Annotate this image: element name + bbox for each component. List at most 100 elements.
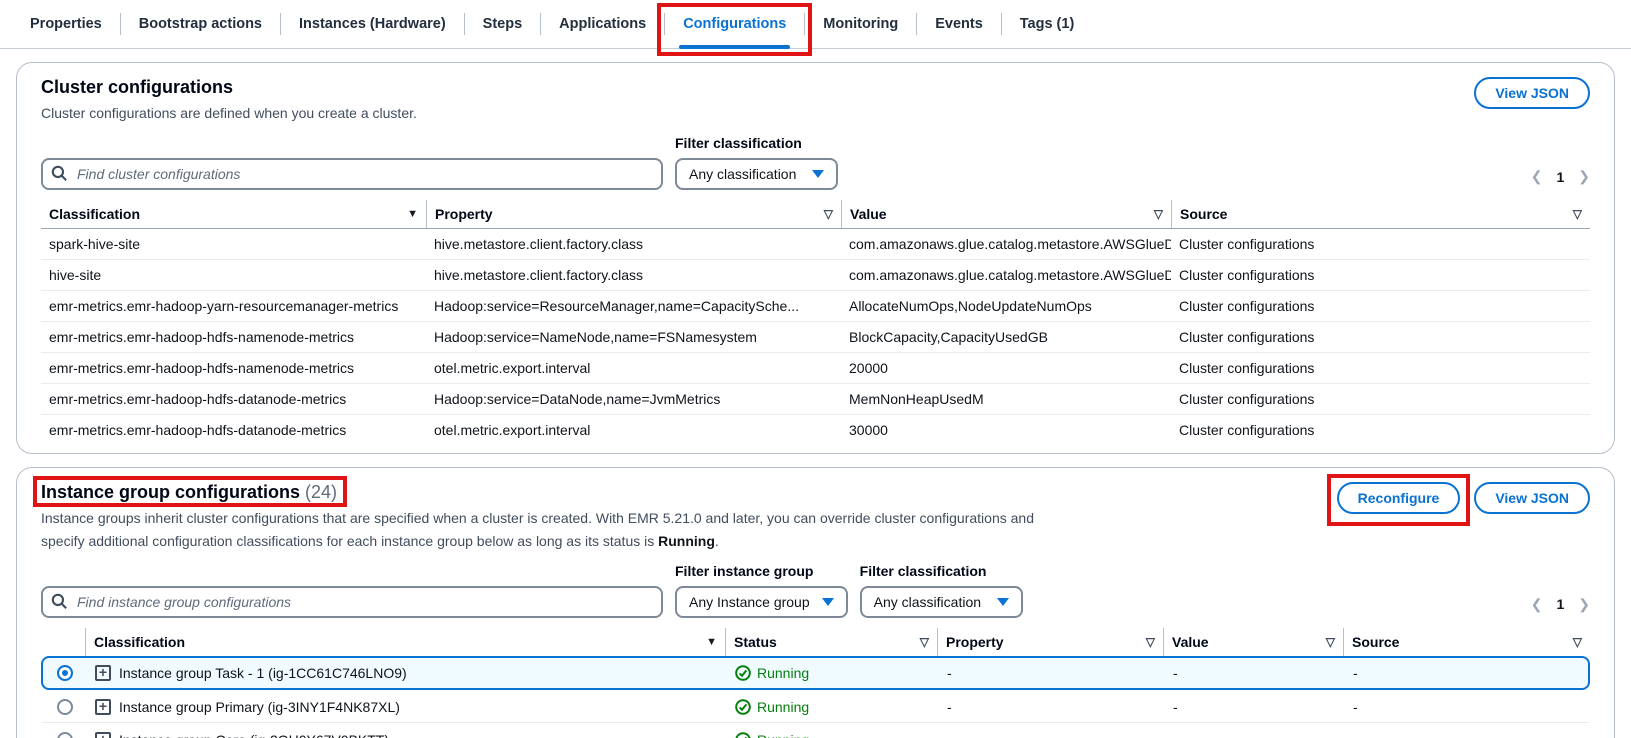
table-header-row: Classification▼ Status▽ Property▽ Value▽… (41, 628, 1590, 656)
filter-icon[interactable]: ▽ (1154, 207, 1163, 221)
table-row: emr-metrics.emr-hadoop-hdfs-datanode-met… (41, 384, 1590, 415)
tab-separator (664, 13, 665, 35)
filter-icon[interactable]: ▽ (1146, 635, 1155, 649)
filter-icon[interactable]: ▽ (824, 207, 833, 221)
cluster-config-pagination: ❮ 1 ❯ (1531, 168, 1590, 190)
cell-value: MemNonHeapUsedM (841, 384, 1171, 414)
cell-classification: emr-metrics.emr-hadoop-hdfs-datanode-met… (41, 384, 426, 414)
instance-group-filter-value: Any Instance group (689, 594, 810, 610)
radio-button-selected[interactable] (57, 665, 73, 681)
page-number[interactable]: 1 (1556, 596, 1564, 612)
filter-icon[interactable]: ▽ (1573, 207, 1582, 221)
table-row: emr-metrics.emr-hadoop-hdfs-namenode-met… (41, 353, 1590, 384)
cell-property: - (939, 725, 1165, 738)
filter-icon[interactable]: ▽ (1573, 635, 1582, 649)
cell-source: Cluster configurations (1171, 291, 1590, 321)
column-header-property: Property (435, 206, 493, 222)
tab-separator (916, 13, 917, 35)
instance-group-description-line2: specify additional configuration classif… (41, 531, 1034, 551)
table-row: emr-metrics.emr-hadoop-hdfs-datanode-met… (41, 415, 1590, 445)
radio-button[interactable] (57, 699, 73, 715)
cell-value: 30000 (841, 415, 1171, 445)
cell-source: Cluster configurations (1171, 260, 1590, 290)
table-row: emr-metrics.emr-hadoop-yarn-resourcemana… (41, 291, 1590, 322)
expand-row-icon[interactable] (95, 699, 111, 715)
column-header-value: Value (1172, 634, 1209, 650)
table-header-row: Classification▼ Property▽ Value▽ Source▽ (41, 200, 1590, 229)
instance-group-configurations-panel: Instance group configurations (24) Insta… (16, 467, 1615, 738)
previous-page-icon[interactable]: ❮ (1531, 596, 1543, 613)
tab-instances-hardware[interactable]: Instances (Hardware) (285, 0, 460, 48)
tab-applications[interactable]: Applications (545, 0, 660, 48)
expand-row-icon[interactable] (95, 665, 111, 681)
status-badge: Running (735, 732, 809, 738)
cell-value: com.amazonaws.glue.catalog.metastore.AWS… (841, 229, 1171, 259)
cell-classification: Instance group Core (ig-2OH0Y67V0BKTT) (119, 732, 389, 738)
cell-value: - (1165, 725, 1345, 738)
cell-source: Cluster configurations (1171, 229, 1590, 259)
column-header-value: Value (850, 206, 887, 222)
filter-classification-label: Filter classification (860, 563, 1023, 579)
tab-steps[interactable]: Steps (469, 0, 537, 48)
tab-bootstrap-actions[interactable]: Bootstrap actions (125, 0, 276, 48)
instance-group-count: (24) (305, 482, 337, 502)
previous-page-icon[interactable]: ❮ (1531, 168, 1543, 185)
check-circle-icon (735, 665, 751, 681)
cluster-config-search-input[interactable] (41, 158, 663, 190)
tab-separator (464, 13, 465, 35)
chevron-down-icon (997, 598, 1009, 606)
page-number[interactable]: 1 (1556, 169, 1564, 185)
classification-filter-dropdown[interactable]: Any classification (860, 586, 1023, 618)
cell-property: hive.metastore.client.factory.class (426, 260, 841, 290)
cell-property: - (939, 658, 1165, 688)
radio-button[interactable] (57, 732, 73, 738)
table-row-instance-group-task[interactable]: Instance group Task - 1 (ig-1CC61C746LNO… (41, 656, 1590, 690)
tab-events[interactable]: Events (921, 0, 997, 48)
table-row-instance-group-primary[interactable]: Instance group Primary (ig-3INY1F4NK87XL… (41, 690, 1590, 723)
instance-group-filter-dropdown[interactable]: Any Instance group (675, 586, 848, 618)
cluster-configurations-table: Classification▼ Property▽ Value▽ Source▽… (41, 200, 1590, 445)
instance-group-configurations-title: Instance group configurations (24) (41, 482, 337, 503)
cell-classification: emr-metrics.emr-hadoop-hdfs-namenode-met… (41, 353, 426, 383)
filter-icon[interactable]: ▽ (920, 635, 929, 649)
instance-group-search-input[interactable] (41, 586, 663, 618)
cell-value: - (1165, 658, 1345, 688)
column-header-status: Status (734, 634, 777, 650)
expand-row-icon[interactable] (95, 732, 111, 738)
cell-source: Cluster configurations (1171, 384, 1590, 414)
next-page-icon[interactable]: ❯ (1578, 596, 1590, 613)
classification-filter-dropdown[interactable]: Any classification (675, 158, 838, 190)
chevron-down-icon (812, 170, 824, 178)
cell-source: - (1345, 692, 1588, 722)
status-badge: Running (735, 699, 809, 715)
cell-classification: emr-metrics.emr-hadoop-hdfs-datanode-met… (41, 415, 426, 445)
cell-property: otel.metric.export.interval (426, 353, 841, 383)
next-page-icon[interactable]: ❯ (1578, 168, 1590, 185)
cell-source: Cluster configurations (1171, 322, 1590, 352)
tab-monitoring[interactable]: Monitoring (809, 0, 912, 48)
table-row: hive-site hive.metastore.client.factory.… (41, 260, 1590, 291)
cell-source: Cluster configurations (1171, 415, 1590, 445)
filter-icon[interactable]: ▽ (1326, 635, 1335, 649)
cell-property: otel.metric.export.interval (426, 415, 841, 445)
search-icon (51, 593, 68, 615)
tab-tags[interactable]: Tags (1) (1006, 0, 1089, 48)
view-json-button[interactable]: View JSON (1474, 77, 1590, 109)
check-circle-icon (735, 732, 751, 738)
view-json-button[interactable]: View JSON (1474, 482, 1590, 514)
chevron-down-icon (822, 598, 834, 606)
filter-icon[interactable]: ▼ (706, 636, 717, 648)
reconfigure-button[interactable]: Reconfigure (1337, 482, 1461, 514)
cell-property: Hadoop:service=DataNode,name=JvmMetrics (426, 384, 841, 414)
cell-property: Hadoop:service=NameNode,name=FSNamesyste… (426, 322, 841, 352)
cluster-configurations-panel: Cluster configurations Cluster configura… (16, 62, 1615, 454)
tab-configurations[interactable]: Configurations (669, 0, 800, 48)
instance-group-title-text: Instance group configurations (41, 482, 300, 502)
tab-separator (1001, 13, 1002, 35)
tab-properties[interactable]: Properties (16, 0, 116, 48)
cell-property: Hadoop:service=ResourceManager,name=Capa… (426, 291, 841, 321)
cell-source: - (1345, 725, 1588, 738)
filter-icon[interactable]: ▼ (407, 208, 418, 220)
running-status-emphasis: Running (658, 533, 715, 549)
table-row-instance-group-core[interactable]: Instance group Core (ig-2OH0Y67V0BKTT) R… (41, 723, 1590, 738)
